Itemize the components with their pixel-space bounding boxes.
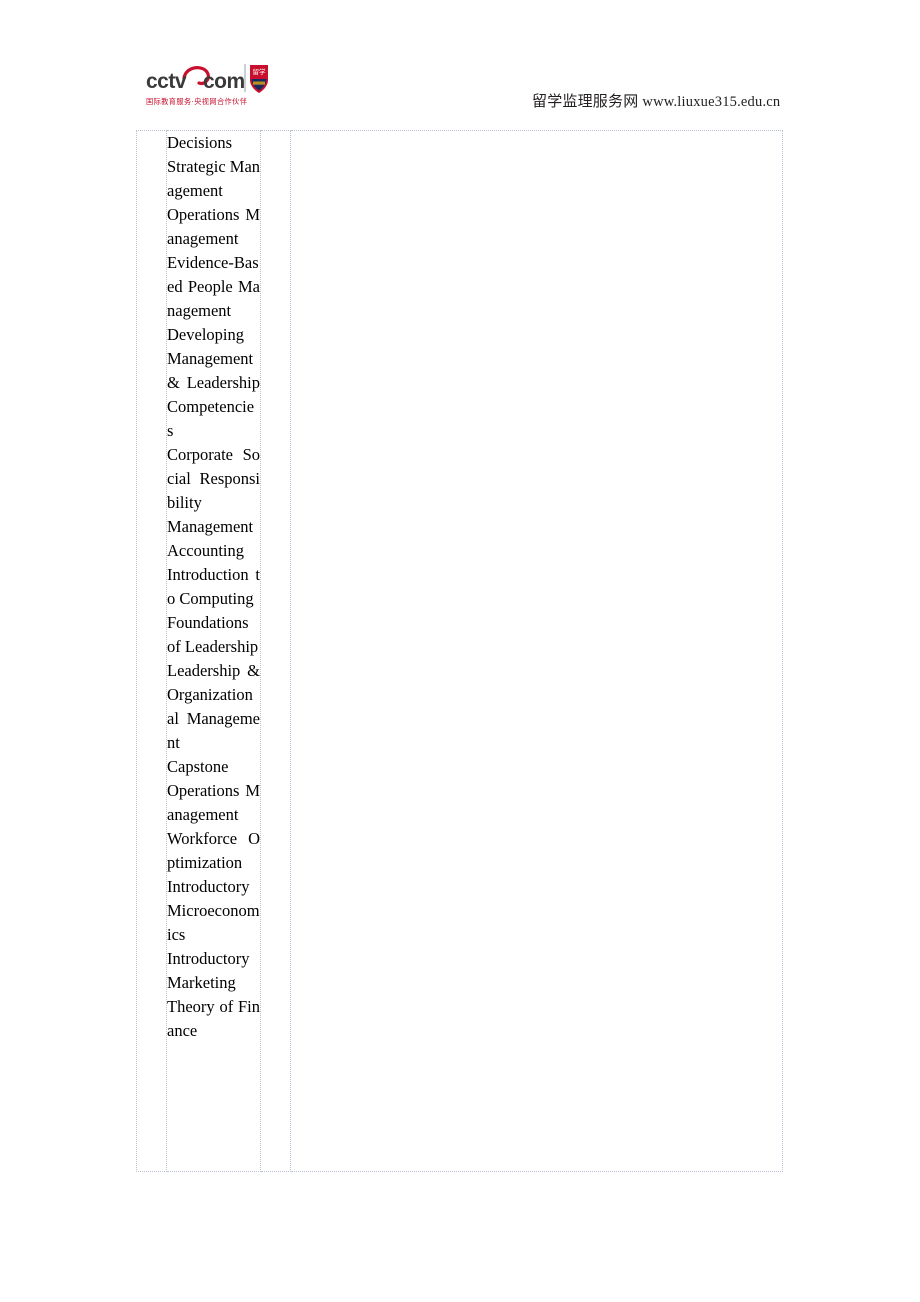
course-list-item: Management Accounting (167, 517, 254, 560)
svg-text:留学: 留学 (253, 67, 267, 76)
course-list-item: Capstone (167, 757, 229, 776)
cctv-com-logo: cctv com 留学 国际教育服务·央视网合作伙伴 (146, 60, 271, 108)
course-list-item: Strategic Management (167, 157, 261, 200)
course-list-item: Operations Management (167, 781, 260, 824)
table-cell-content-empty (290, 130, 783, 1172)
course-list-item: Evidence-Based People Management (167, 253, 260, 320)
svg-text:cctv: cctv (146, 70, 187, 93)
table-cell-left-gutter (136, 130, 167, 1172)
course-list: Decisions Strategic Management Operations … (167, 131, 260, 1043)
course-list-item: Operations Management (167, 205, 260, 248)
course-list-item: Foundations of Leadership (167, 613, 259, 656)
course-list-item: Introduction to Computing (167, 565, 260, 608)
course-list-item: Introductory Microeconomics (167, 877, 260, 944)
svg-text:com: com (203, 70, 245, 93)
table-cell-course-list: Decisions Strategic Management Operations … (166, 130, 261, 1172)
cctv-com-logo-icon: cctv com 留学 国际教育服务·央视网合作伙伴 (146, 64, 268, 106)
site-name-cn: 留学监理服务网 (532, 94, 639, 110)
course-list-item: Theory of Finance (167, 997, 260, 1040)
table-row: Decisions Strategic Management Operations … (136, 130, 783, 1172)
course-list-item: Leadership & Organizational Management (167, 661, 260, 752)
svg-text:国际教育服务·央视网合作伙伴: 国际教育服务·央视网合作伙伴 (146, 97, 247, 106)
course-list-item: Corporate Social Responsibility (167, 445, 260, 512)
site-url: www.liuxue315.edu.cn (642, 94, 781, 110)
course-list-item: Introductory Marketing (167, 949, 250, 992)
table-cell-mid-gutter (260, 130, 291, 1172)
course-list-item: Developing Management & Leadership Compe… (167, 325, 260, 440)
site-branding: 留学监理服务网 www.liuxue315.edu.cn (532, 90, 780, 111)
page-header: cctv com 留学 国际教育服务·央视网合作伙伴 留学监理服务网 www.li… (0, 0, 920, 125)
course-table: Decisions Strategic Management Operations … (136, 130, 783, 1172)
course-list-item: Decisions (167, 133, 233, 152)
course-list-item: Workforce Optimization (167, 829, 260, 872)
